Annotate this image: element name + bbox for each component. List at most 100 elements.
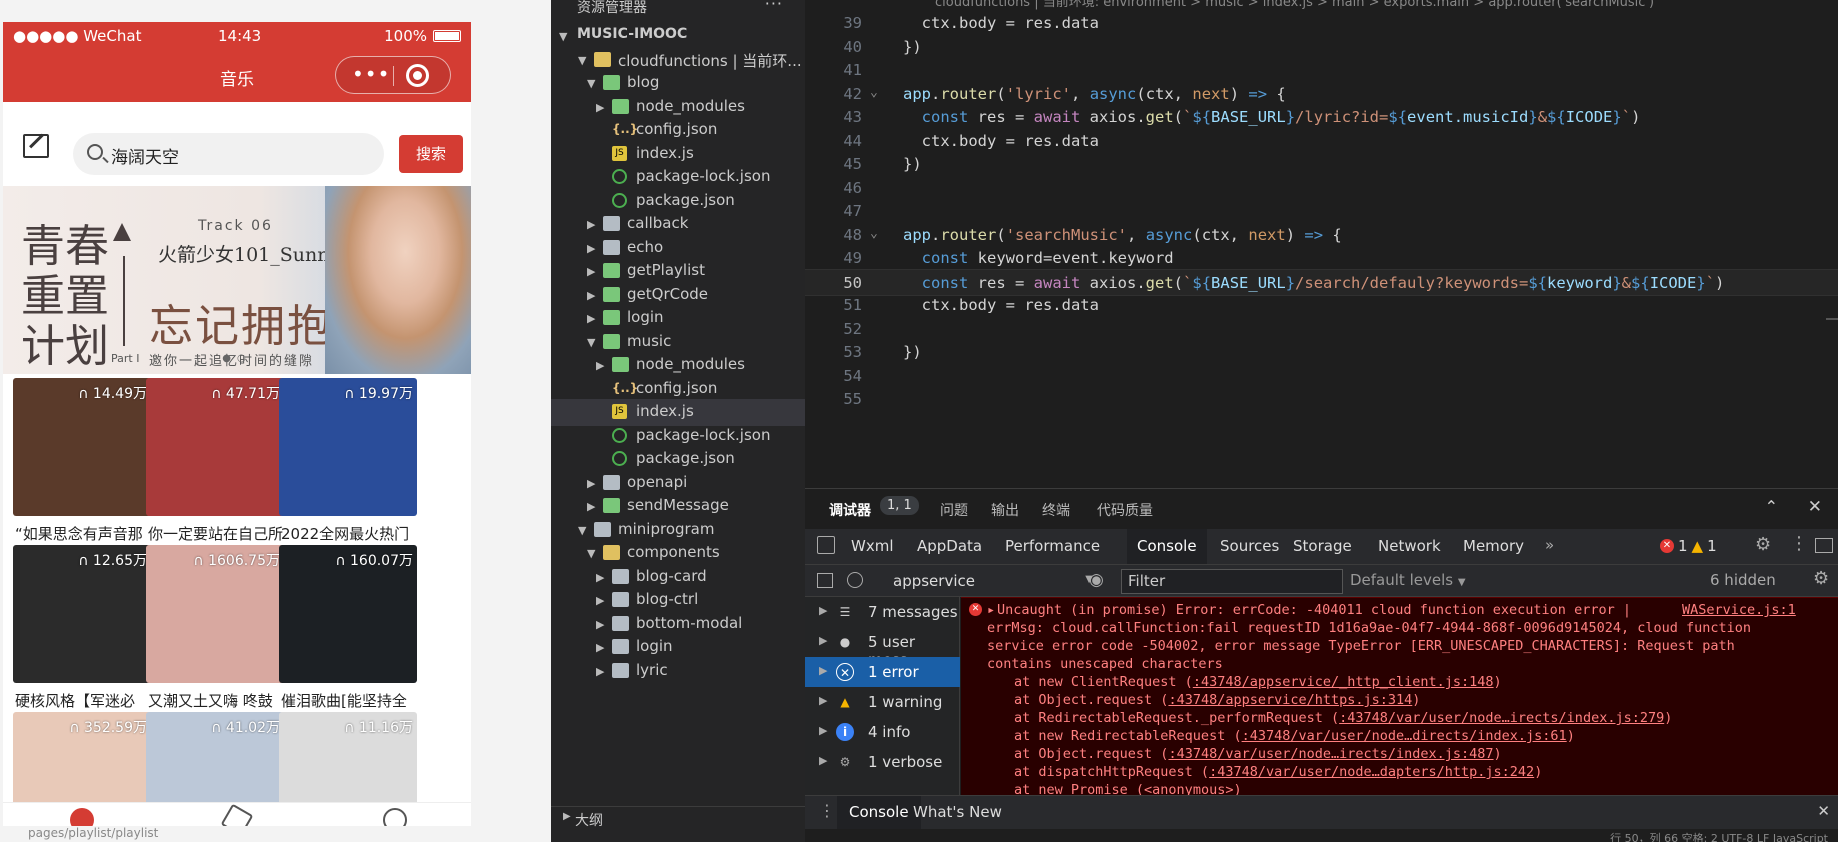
console-filter-warning[interactable]: ▶ ▲ 1 warning xyxy=(805,687,960,717)
stack-frame-link[interactable]: <anonymous> xyxy=(1144,782,1233,795)
eye-icon[interactable]: ◉ xyxy=(1089,570,1104,590)
console-filter-error[interactable]: ▶ ✕ 1 error xyxy=(805,657,960,687)
info-icon: i xyxy=(836,723,854,741)
error-icon: ✕ xyxy=(836,663,854,681)
tab-output[interactable]: 输出 xyxy=(991,500,1019,520)
stack-frame-link[interactable]: :43748/var/user/node…irects/index.js:279 xyxy=(1339,710,1664,726)
issue-counters[interactable]: ✕ 1 ▲ 1 xyxy=(1660,537,1717,555)
devtools-tab-wxml[interactable]: Wxml xyxy=(841,529,904,564)
stack-frame-link[interactable]: :43748/var/user/node…directs/index.js:61 xyxy=(1242,728,1567,744)
settings-icon[interactable]: ⚙ xyxy=(1755,534,1771,555)
music-tab-icon[interactable] xyxy=(70,808,94,826)
code-line[interactable]: 55 xyxy=(805,386,1838,414)
code-text: app.router('lyric', async(ctx, next) => … xyxy=(903,84,1286,103)
tab-debugger[interactable]: 调试器 xyxy=(829,500,871,520)
error-source-link[interactable]: WAService.js:1 xyxy=(1682,602,1796,618)
play-count: ∩ 352.59万 xyxy=(69,720,147,736)
playlist-card[interactable]: ∩ 1606.75万又潮又土又嗨 咚鼓 DJ 热曲 xyxy=(146,541,284,729)
profile-tab-icon[interactable] xyxy=(383,808,407,826)
devtools-tab-performance[interactable]: Performance xyxy=(995,529,1110,564)
line-number: 55 xyxy=(843,390,862,408)
error-text-line: contains unescaped characters xyxy=(987,656,1223,672)
fold-chevron-icon[interactable]: ⌄ xyxy=(870,85,878,100)
playlist-cover: ∩ 47.71万 xyxy=(146,378,284,516)
code-editor[interactable]: cloudfunctions | 当前环境: environment > mus… xyxy=(805,0,1838,488)
devtools-tab-storage[interactable]: Storage xyxy=(1283,529,1362,564)
playlist-card[interactable]: ∩ 12.65万硬核风格【军迷必备】 匪帮重低音 xyxy=(13,541,151,729)
dock-icon[interactable] xyxy=(1815,538,1833,553)
drawer-tab-whats-new[interactable]: What's New xyxy=(907,796,1008,829)
tab-problems[interactable]: 问题 xyxy=(940,500,968,520)
tab-code-quality[interactable]: 代码质量 xyxy=(1097,500,1153,520)
playlist-card[interactable]: ∩ 14.49万“如果思念有声音那会是场海啸... xyxy=(13,374,151,562)
clear-console-icon[interactable] xyxy=(847,572,863,588)
banner-artist: 火箭少女101_Sunnee xyxy=(158,244,352,266)
drawer-close-icon[interactable]: ✕ xyxy=(1817,802,1830,820)
folder-icon xyxy=(603,263,620,278)
console-filter-verbose[interactable]: ▶ ⚙ 1 verbose xyxy=(805,747,960,777)
package-file-icon xyxy=(612,451,627,466)
stack-frame-link[interactable]: :43748/var/user/node…dapters/http.js:242 xyxy=(1209,764,1534,780)
search-button[interactable]: 搜索 xyxy=(399,135,463,173)
stack-frame-link[interactable]: :43748/appservice/https.js:314 xyxy=(1168,692,1412,708)
carousel-dots: ●○ xyxy=(222,353,252,364)
close-icon[interactable]: ✕ xyxy=(1808,497,1822,517)
chevron-right-icon: ▶ xyxy=(587,312,596,325)
playlist-card[interactable]: ∩ 160.07万催泪歌曲[能坚持全歌单算我输] xyxy=(279,541,417,729)
search-input[interactable]: 海阔天空 xyxy=(73,133,384,175)
console-settings-icon[interactable]: ⚙ xyxy=(1813,568,1829,589)
send-tab-icon[interactable] xyxy=(220,803,254,826)
stack-frame-link[interactable]: :43748/var/user/node…irects/index.js:487 xyxy=(1168,746,1493,762)
fold-chevron-icon[interactable]: ⌄ xyxy=(870,226,878,241)
filter-input[interactable]: Filter xyxy=(1121,569,1343,594)
tree-item-label: cloudfunctions | 当前环... xyxy=(618,51,802,70)
verbose-icon: ⚙ xyxy=(839,755,851,769)
user-icon: ● xyxy=(839,635,851,649)
expand-arrow-icon[interactable]: ▸ xyxy=(987,602,995,618)
debugger-badge: 1, 1 xyxy=(880,496,919,515)
close-miniprogram-icon[interactable] xyxy=(406,64,429,87)
outline-section[interactable]: ▶ 大纲 xyxy=(551,806,805,830)
devtools-tab-sources[interactable]: Sources xyxy=(1210,529,1289,564)
tree-item[interactable]: ▶ lyric xyxy=(551,658,805,685)
playlist-card[interactable]: ∩ 19.97万2022全网最火热门歌曲合集 xyxy=(279,374,417,562)
chevron-up-icon[interactable]: ⌃ xyxy=(1765,497,1778,516)
tab-terminal[interactable]: 终端 xyxy=(1042,500,1070,520)
code-text: ctx.body = res.data xyxy=(903,131,1099,150)
log-levels-select[interactable]: Default levels ▼ xyxy=(1350,571,1466,589)
folder-icon xyxy=(603,333,620,349)
console-filter-info[interactable]: ▶ i 4 info xyxy=(805,717,960,747)
devtools-tab-console[interactable]: Console xyxy=(1127,529,1207,564)
console-filter-label: 1 warning xyxy=(868,693,943,711)
line-number: 39 xyxy=(843,14,862,32)
playlist-card[interactable]: ∩ 47.71万你一定要站在自己所热爱的世界里... xyxy=(146,374,284,562)
chevron-right-icon: ▶ xyxy=(587,500,596,513)
play-count: ∩ 160.07万 xyxy=(335,553,413,569)
more-tabs-icon[interactable]: » xyxy=(1545,536,1554,554)
devtools-tab-memory[interactable]: Memory xyxy=(1453,529,1534,564)
page-path: pages/playlist/playlist xyxy=(0,826,551,842)
drawer-menu-icon[interactable]: ⋮ xyxy=(819,801,835,820)
inspect-icon[interactable] xyxy=(817,536,835,554)
devtools-tab-appdata[interactable]: AppData xyxy=(907,529,992,564)
devtools-tab-network[interactable]: Network xyxy=(1368,529,1451,564)
folder-icon xyxy=(603,239,620,255)
banner-carousel[interactable]: 青春重置计划 Track 06 火箭少女101_Sunnee 忘记拥抱 Part… xyxy=(3,186,471,374)
edit-icon[interactable] xyxy=(23,134,49,158)
console-filter-user[interactable]: ▶●5 user mess... xyxy=(805,627,960,669)
levels-dropdown-icon: ▼ xyxy=(1457,577,1466,588)
folder-icon xyxy=(603,498,620,513)
context-select[interactable]: appservice ▼ xyxy=(893,570,1093,592)
kebab-menu-icon[interactable]: ⋮ xyxy=(1790,533,1808,554)
tab-bar xyxy=(3,802,471,826)
chevron-right-icon: ▶ xyxy=(596,617,605,631)
play-count: ∩ 1606.75万 xyxy=(193,553,280,569)
stack-frame-link[interactable]: :43748/appservice/_http_client.js:148 xyxy=(1193,674,1494,690)
line-number: 46 xyxy=(843,178,862,197)
more-icon[interactable]: ••• xyxy=(352,64,390,84)
console-filter-list[interactable]: ▶ ☰ 7 messages xyxy=(805,597,960,627)
breadcrumb-text: cloudfunctions | 当前环境: environment > mus… xyxy=(935,0,1655,10)
folder-icon xyxy=(612,662,629,678)
explorer-more-icon[interactable]: ··· xyxy=(765,0,783,13)
sidebar-toggle-icon[interactable] xyxy=(817,573,833,588)
